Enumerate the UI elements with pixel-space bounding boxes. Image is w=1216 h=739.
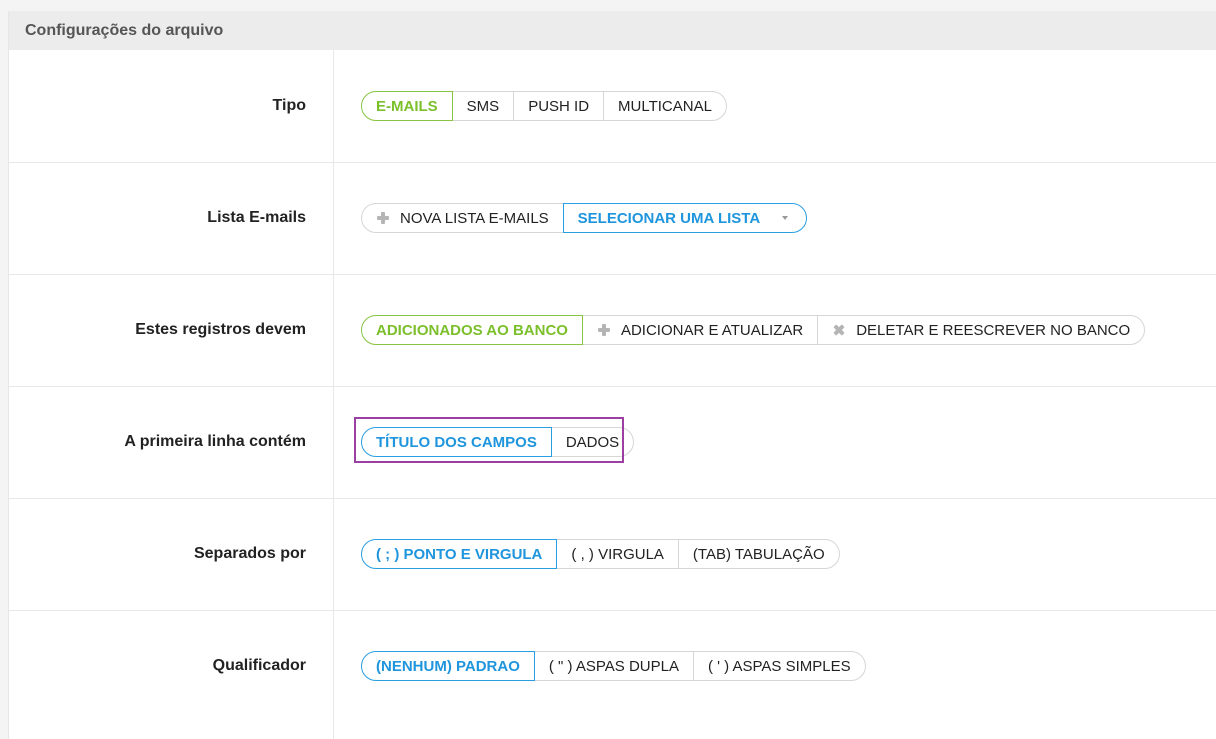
tipo-option-multicanal[interactable]: MULTICANAL [603, 91, 727, 121]
option-virgula[interactable]: ( , ) VIRGULA [556, 539, 679, 569]
option-tabulacao[interactable]: (TAB) TABULAÇÃO [677, 539, 840, 569]
new-list-label: NOVA LISTA E-MAILS [400, 209, 549, 227]
lista-emails-button-group: NOVA LISTA E-MAILS SELECIONAR UMA LISTA [361, 203, 808, 233]
chevron-down-icon [782, 216, 789, 220]
highlight-box [354, 417, 624, 463]
plus-icon [376, 211, 390, 225]
option-nenhum-padrao[interactable]: (NENHUM) PADRAO [361, 651, 535, 681]
row-qualificador: Qualificador (NENHUM) PADRAO ( " ) ASPAS… [9, 610, 1216, 722]
row-lista-emails: Lista E-mails NOVA LISTA E-MAILS SELECIO… [9, 162, 1216, 275]
tipo-button-group: E-MAILS SMS PUSH ID MULTICANAL [361, 91, 727, 121]
panel-title: Configurações do arquivo [9, 11, 1216, 50]
row-label-tipo: Tipo [272, 97, 306, 114]
close-icon [832, 323, 846, 337]
row-label-lista-emails: Lista E-mails [207, 209, 306, 226]
registros-button-group: ADICIONADOS AO BANCO ADICIONAR E ATUALIZ… [361, 315, 1146, 345]
option-deletar-label: DELETAR E REESCREVER NO BANCO [856, 321, 1131, 339]
file-settings-panel: Configurações do arquivo Tipo E-MAILS SM… [8, 11, 1216, 739]
qualificador-button-group: (NENHUM) PADRAO ( " ) ASPAS DUPLA ( ' ) … [361, 651, 866, 681]
new-list-button[interactable]: NOVA LISTA E-MAILS [361, 203, 564, 233]
row-tipo: Tipo E-MAILS SMS PUSH ID MULTICANAL [9, 50, 1216, 163]
option-deletar-e-reescrever[interactable]: DELETAR E REESCREVER NO BANCO [817, 315, 1146, 345]
select-list-label: SELECIONAR UMA LISTA [577, 209, 761, 227]
select-list-dropdown[interactable]: SELECIONAR UMA LISTA [562, 203, 808, 233]
tipo-option-push-id[interactable]: PUSH ID [513, 91, 605, 121]
row-label-primeira-linha: A primeira linha contém [124, 433, 306, 450]
row-separados-por: Separados por ( ; ) PONTO E VIRGULA ( , … [9, 498, 1216, 611]
tipo-option-emails[interactable]: E-MAILS [361, 91, 453, 121]
row-label-registros: Estes registros devem [135, 321, 306, 338]
row-registros: Estes registros devem ADICIONADOS AO BAN… [9, 274, 1216, 387]
option-aspas-simples[interactable]: ( ' ) ASPAS SIMPLES [692, 651, 866, 681]
option-adicionados-ao-banco[interactable]: ADICIONADOS AO BANCO [361, 315, 583, 345]
plus-icon [597, 323, 611, 337]
option-ponto-e-virgula[interactable]: ( ; ) PONTO E VIRGULA [361, 539, 558, 569]
tipo-option-sms[interactable]: SMS [451, 91, 515, 121]
row-label-separados-por: Separados por [193, 545, 306, 562]
option-adicionar-label: ADICIONAR E ATUALIZAR [620, 321, 804, 339]
separador-button-group: ( ; ) PONTO E VIRGULA ( , ) VIRGULA (TAB… [361, 539, 840, 569]
option-adicionar-e-atualizar[interactable]: ADICIONAR E ATUALIZAR [581, 315, 819, 345]
option-aspas-dupla[interactable]: ( " ) ASPAS DUPLA [533, 651, 694, 681]
row-label-qualificador: Qualificador [212, 657, 306, 674]
